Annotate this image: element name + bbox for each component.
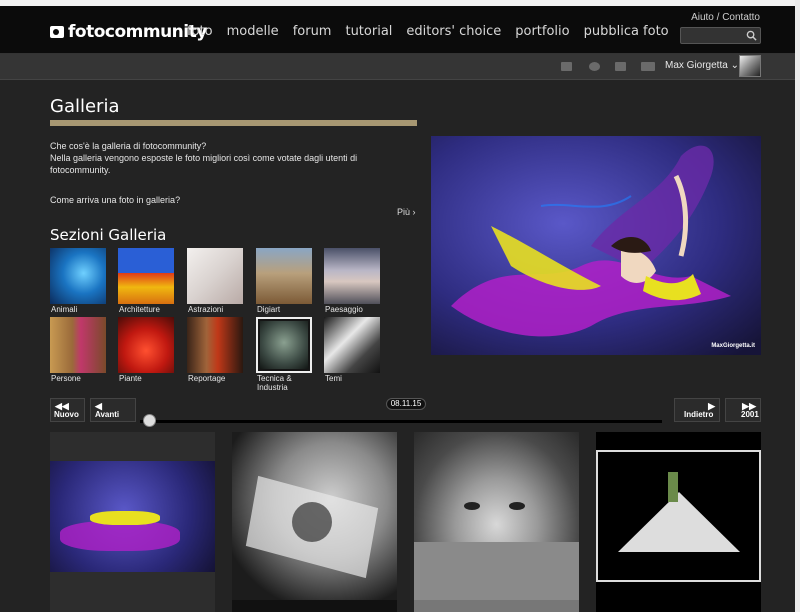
sections-title: Sezioni Galleria [50, 226, 167, 244]
photo-signature: MaxGiorgetta.it [711, 343, 755, 349]
section-piante[interactable] [118, 317, 174, 373]
page: fotocommunity foto modelle forum tutoria… [0, 0, 800, 612]
nav-editors-choice[interactable]: editors' choice [406, 24, 501, 39]
top-header: fotocommunity foto modelle forum tutoria… [0, 0, 800, 54]
section-tecnica-industria[interactable] [256, 317, 312, 373]
section-temi[interactable] [324, 317, 380, 373]
back-label: Indietro [684, 410, 714, 419]
section-thumb [260, 321, 308, 369]
section-label: Reportage [188, 374, 226, 383]
nav-tutorial[interactable]: tutorial [345, 24, 392, 39]
help-contact-link[interactable]: Aiuto / Contatto [691, 12, 760, 23]
section-label: Tecnica & Industria [257, 374, 292, 392]
section-label: Temi [325, 374, 342, 383]
section-thumb [324, 248, 380, 304]
chevron-right-icon: › [412, 207, 416, 217]
nav-pubblica-foto[interactable]: pubblica foto [584, 24, 669, 39]
section-digiart[interactable] [256, 248, 312, 304]
oldest-label: 2001 [741, 410, 759, 419]
search-input[interactable] [684, 29, 742, 42]
section-thumb [118, 248, 174, 304]
featured-photo[interactable]: MaxGiorgetta.it [431, 136, 761, 355]
nav-foto[interactable]: foto [187, 24, 213, 39]
notification-icon[interactable] [589, 62, 600, 71]
section-architetture[interactable] [118, 248, 174, 304]
section-thumb [50, 248, 106, 304]
section-label: Piante [119, 374, 142, 383]
fotocommunity-logo[interactable]: fotocommunity [50, 20, 207, 44]
section-label: Persone [51, 374, 81, 383]
section-label: Astrazioni [188, 305, 224, 314]
section-label: Digiart [257, 305, 281, 314]
main-nav: foto modelle forum tutorial editors' cho… [187, 24, 669, 39]
section-animali[interactable] [50, 248, 106, 304]
timeline-track[interactable] [140, 420, 662, 423]
gallery-thumb[interactable] [50, 432, 215, 612]
nav-modelle[interactable]: modelle [227, 24, 279, 39]
section-thumb [118, 317, 174, 373]
nav-forum[interactable]: forum [293, 24, 332, 39]
featured-photo-art [431, 136, 761, 355]
section-thumb [324, 317, 380, 373]
title-underline [50, 120, 417, 126]
gallery-thumb[interactable] [414, 432, 579, 612]
oldest-button[interactable]: ▶▶ 2001 [725, 398, 761, 422]
page-title: Galleria [50, 96, 120, 117]
browser-strip [0, 0, 800, 6]
newest-button[interactable]: ◀◀ Nuovo [50, 398, 85, 422]
nav-portfolio[interactable]: portfolio [515, 24, 569, 39]
logo-text: fotocommunity [68, 22, 207, 42]
forward-button[interactable]: ◀ Avanti [90, 398, 136, 422]
gallery-thumb[interactable] [232, 432, 397, 612]
camera-icon [50, 26, 64, 38]
section-thumb [187, 248, 243, 304]
section-thumb [256, 248, 312, 304]
avatar[interactable] [739, 55, 761, 77]
section-persone[interactable] [50, 317, 106, 373]
chevron-down-icon: ⌄ [730, 60, 739, 71]
search-box [680, 27, 761, 44]
section-label: Paesaggio [325, 305, 363, 314]
chat-icon[interactable] [615, 62, 626, 71]
user-menu[interactable]: Max Giorgetta ⌄ [665, 60, 739, 71]
thumb-image [232, 432, 397, 600]
user-bar: Max Giorgetta ⌄ [0, 54, 800, 80]
section-reportage[interactable] [187, 317, 243, 373]
section-label: Architetture [119, 305, 160, 314]
friends-icon[interactable] [641, 62, 655, 71]
intro-question: Che cos'è la galleria di fotocommunity? [50, 141, 207, 151]
timeline-date: 08.11.15 [386, 398, 426, 410]
section-astrazioni[interactable] [187, 248, 243, 304]
section-thumb [187, 317, 243, 373]
newest-label: Nuovo [54, 410, 79, 419]
browser-scrollbar[interactable] [795, 0, 800, 612]
more-label: Più [397, 207, 411, 217]
thumb-image [414, 432, 579, 600]
intro-text: Che cos'è la galleria di fotocommunity? … [50, 140, 410, 176]
back-button[interactable]: ▶ Indietro [674, 398, 720, 422]
thumb-image [50, 461, 215, 572]
search-icon[interactable] [746, 30, 757, 41]
thumb-image [596, 450, 761, 582]
user-name: Max Giorgetta [665, 60, 728, 71]
section-paesaggio[interactable] [324, 248, 380, 304]
mail-icon[interactable] [561, 62, 572, 71]
section-label: Animali [51, 305, 78, 314]
howto-link[interactable]: Come arriva una foto in galleria? [50, 195, 180, 205]
more-link[interactable]: Più › [397, 207, 416, 217]
gallery-thumb[interactable] [596, 432, 761, 612]
section-thumb [50, 317, 106, 373]
intro-answer: Nella galleria vengono esposte le foto m… [50, 153, 358, 175]
forward-label: Avanti [95, 410, 120, 419]
timeline-slider-handle[interactable] [143, 414, 156, 427]
